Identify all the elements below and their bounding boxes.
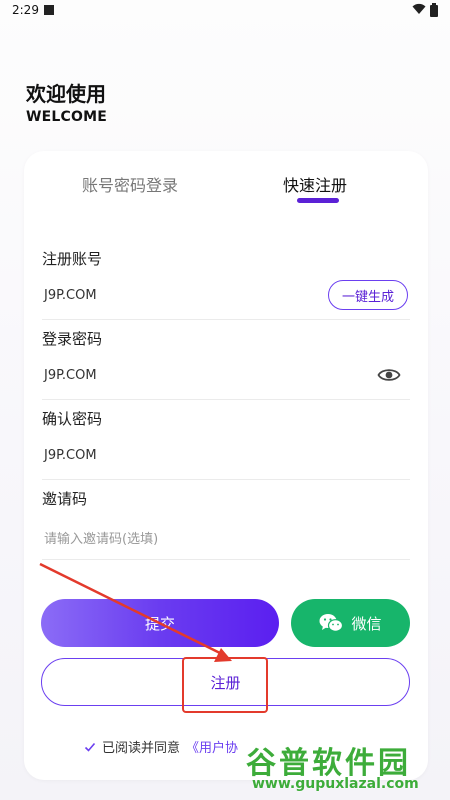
agreement-text: 已阅读并同意 [102,741,181,756]
notification-icon [44,5,54,15]
account-input[interactable]: J9P.COM [44,288,97,303]
account-label: 注册账号 [42,250,103,268]
submit-button[interactable]: 提交 [41,599,279,647]
divider [42,319,410,320]
agreement-row: 已阅读并同意 《用户协 [84,737,238,756]
confirm-password-label: 确认密码 [42,410,103,428]
annotation-highlight-box [182,657,268,713]
wifi-icon [412,3,426,15]
divider [42,559,410,560]
divider [42,479,410,480]
check-icon[interactable] [84,741,96,753]
status-bar: 2:29 [0,0,450,22]
wechat-login-button[interactable]: 微信 [291,599,410,647]
wechat-icon [319,614,344,632]
invite-code-label: 邀请码 [42,490,88,508]
submit-button-label: 提交 [144,614,175,633]
tab-password-login[interactable]: 账号密码登录 [82,172,178,196]
status-time: 2:29 [12,3,39,17]
active-tab-indicator [297,198,339,203]
tab-quick-register[interactable]: 快速注册 [283,172,347,196]
eye-icon[interactable] [377,366,401,384]
battery-icon [430,3,438,17]
welcome-title: 欢迎使用 [26,82,106,106]
confirm-password-input[interactable]: J9P.COM [44,448,97,463]
user-agreement-link[interactable]: 《用户协 [186,737,238,756]
wechat-button-label: 微信 [351,614,382,633]
divider [42,399,410,400]
password-label: 登录密码 [42,330,103,348]
welcome-subtitle: WELCOME [26,109,107,125]
generate-account-button[interactable]: 一键生成 [328,280,408,310]
password-input[interactable]: J9P.COM [44,368,97,383]
invite-code-input[interactable]: 请输入邀请码(选填) [44,528,158,547]
